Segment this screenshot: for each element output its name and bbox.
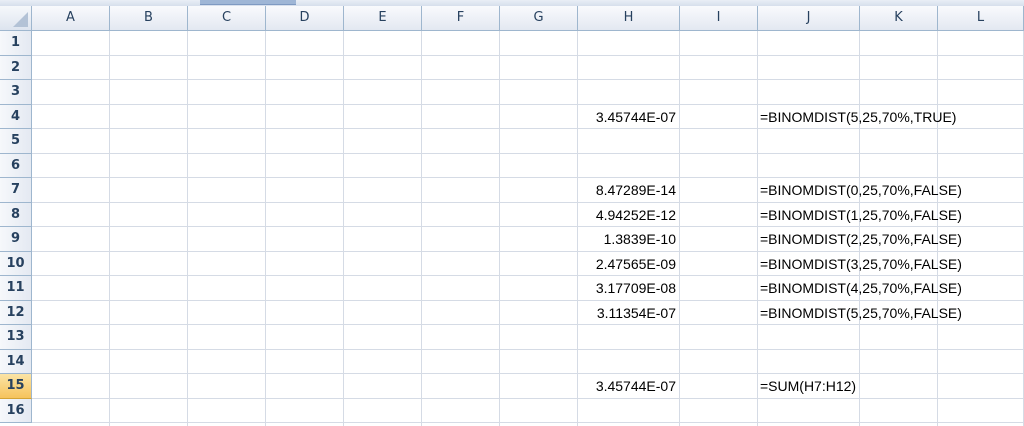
column-header-b[interactable]: B (110, 6, 188, 31)
row-gridline (32, 79, 1024, 80)
row-header-2[interactable]: 2 (0, 55, 32, 80)
select-all-triangle-icon (13, 12, 28, 27)
cell-h11[interactable]: 3.17709E-08 (578, 276, 676, 300)
column-header-h[interactable]: H (578, 6, 680, 31)
cell-j12[interactable]: =BINOMDIST(5,25,70%,FALSE) (760, 301, 962, 325)
row-header-6[interactable]: 6 (0, 153, 32, 178)
column-header-a[interactable]: A (32, 6, 110, 31)
column-header-e[interactable]: E (344, 6, 422, 31)
column-gridline (679, 31, 680, 426)
row-gridline (32, 54, 1024, 56)
row-gridline (32, 152, 1024, 154)
row-header-12[interactable]: 12 (0, 300, 32, 325)
row-header-13[interactable]: 13 (0, 325, 32, 350)
column-gridline (109, 31, 110, 426)
column-gridline (757, 31, 758, 426)
cell-j7[interactable]: =BINOMDIST(0,25,70%,FALSE) (760, 178, 962, 202)
row-header-9[interactable]: 9 (0, 227, 32, 252)
cell-j8[interactable]: =BINOMDIST(1,25,70%,FALSE) (760, 203, 962, 227)
column-header-i[interactable]: I (680, 6, 758, 31)
cell-j10[interactable]: =BINOMDIST(3,25,70%,FALSE) (760, 252, 962, 276)
column-header-j[interactable]: J (758, 6, 860, 31)
column-gridline (421, 31, 422, 426)
column-header-c[interactable]: C (188, 6, 266, 31)
cell-h10[interactable]: 2.47565E-09 (578, 252, 676, 276)
column-header-k[interactable]: K (860, 6, 938, 31)
column-gridline (187, 31, 188, 426)
row-header-5[interactable]: 5 (0, 129, 32, 154)
column-header-d[interactable]: D (266, 6, 344, 31)
row-gridline (32, 348, 1024, 350)
row-gridline (32, 422, 1024, 423)
row-header-10[interactable]: 10 (0, 251, 32, 276)
cell-h9[interactable]: 1.3839E-10 (578, 227, 676, 251)
column-header-l[interactable]: L (938, 6, 1024, 31)
row-header-11[interactable]: 11 (0, 276, 32, 301)
column-gridline (343, 31, 344, 426)
row-header-14[interactable]: 14 (0, 349, 32, 374)
cell-j9[interactable]: =BINOMDIST(2,25,70%,FALSE) (760, 227, 962, 251)
cell-h15[interactable]: 3.45744E-07 (578, 374, 676, 398)
select-all-button[interactable] (0, 6, 32, 31)
row-gridline (32, 373, 1024, 374)
cell-j4[interactable]: =BINOMDIST(5,25,70%,TRUE) (760, 105, 956, 129)
row-header-4[interactable]: 4 (0, 104, 32, 129)
cell-h8[interactable]: 4.94252E-12 (578, 203, 676, 227)
cell-j11[interactable]: =BINOMDIST(4,25,70%,FALSE) (760, 276, 962, 300)
row-header-1[interactable]: 1 (0, 31, 32, 56)
row-header-16[interactable]: 16 (0, 398, 32, 423)
column-gridline (499, 31, 500, 426)
cell-j15[interactable]: =SUM(H7:H12) (760, 374, 856, 398)
row-header-8[interactable]: 8 (0, 202, 32, 227)
column-header-f[interactable]: F (422, 6, 500, 31)
row-header-15[interactable]: 15 (0, 374, 32, 399)
column-header-g[interactable]: G (500, 6, 578, 31)
spreadsheet-grid[interactable]: A B C D E F G H I J K L 1 2 3 4 5 6 7 8 9 10 11 12 13 14 15 16 3.457… (0, 0, 1024, 426)
row-header-7[interactable]: 7 (0, 178, 32, 203)
cell-h7[interactable]: 8.47289E-14 (578, 178, 676, 202)
column-gridline (265, 31, 266, 426)
row-gridline (32, 397, 1024, 399)
cell-h4[interactable]: 3.45744E-07 (578, 105, 676, 129)
row-header-3[interactable]: 3 (0, 80, 32, 105)
cell-h12[interactable]: 3.11354E-07 (578, 301, 676, 325)
ribbon-edge (200, 0, 296, 5)
